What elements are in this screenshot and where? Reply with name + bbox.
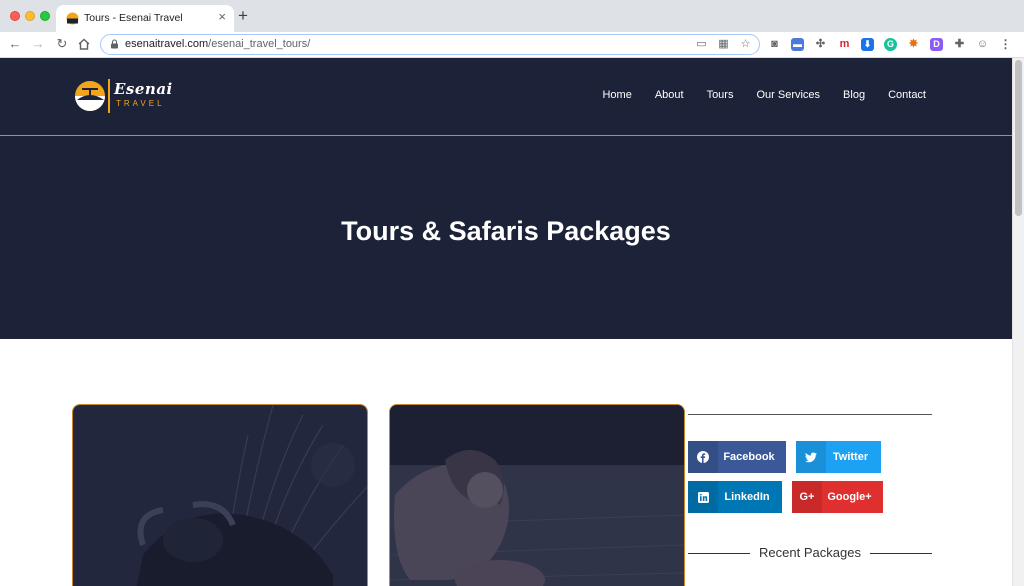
extensions-puzzle-icon[interactable]: ✚ bbox=[953, 38, 966, 51]
new-tab-icon[interactable]: + bbox=[238, 7, 248, 25]
recent-packages-heading: Recent Packages bbox=[688, 543, 932, 563]
logo-text: Esenai bbox=[114, 80, 173, 98]
lock-icon bbox=[111, 39, 118, 49]
recent-heading-rule-right bbox=[870, 553, 932, 554]
grammarly-extension-icon[interactable]: G bbox=[884, 38, 897, 51]
tab-title: Tours - Esenai Travel bbox=[84, 12, 183, 24]
main-navigation: Home About Tours Our Services Blog Conta… bbox=[579, 89, 926, 101]
tab-strip: Tours - Esenai Travel × + bbox=[0, 0, 1024, 32]
browser-tab[interactable]: Tours - Esenai Travel × bbox=[56, 5, 234, 32]
puzzle-grid-extension-icon[interactable]: ✣ bbox=[814, 38, 827, 51]
maximize-window-button[interactable] bbox=[40, 11, 50, 21]
lions-photo bbox=[390, 405, 684, 586]
share-facebook-button[interactable]: Facebook bbox=[688, 441, 786, 473]
facebook-label: Facebook bbox=[723, 451, 775, 463]
nav-tours[interactable]: Tours bbox=[707, 89, 734, 101]
page-viewport: Esenai TRAVEL Home About Tours Our Servi… bbox=[0, 58, 1012, 586]
nav-contact[interactable]: Contact bbox=[888, 89, 926, 101]
twitter-icon bbox=[796, 441, 826, 473]
linkedin-label: LinkedIn bbox=[724, 491, 770, 503]
buffalo-photo bbox=[73, 405, 367, 586]
reload-icon[interactable]: ↻ bbox=[53, 35, 71, 53]
facebook-icon bbox=[688, 441, 718, 473]
m-extension-icon[interactable]: m bbox=[838, 38, 851, 51]
page-title: Tours & Safaris Packages bbox=[341, 216, 671, 246]
page-scrollbar[interactable] bbox=[1012, 58, 1024, 586]
flame-extension-icon[interactable]: ✸ bbox=[907, 38, 920, 51]
tour-card-buffalo[interactable] bbox=[72, 404, 368, 586]
qr-code-icon[interactable]: ▦ bbox=[717, 38, 730, 51]
browser-chrome: Tours - Esenai Travel × + ← → ↻ esenaitr… bbox=[0, 0, 1024, 58]
home-icon[interactable] bbox=[77, 37, 91, 51]
bookmark-star-icon[interactable]: ☆ bbox=[739, 38, 752, 51]
sunset-logo-icon bbox=[75, 79, 110, 113]
tour-card-lions[interactable] bbox=[389, 404, 685, 586]
tab-close-icon[interactable]: × bbox=[218, 10, 226, 24]
logo-subtext: TRAVEL bbox=[116, 99, 165, 108]
linkedin-icon bbox=[688, 481, 718, 513]
twitter-label: Twitter bbox=[832, 451, 869, 463]
screenshot-extension-icon[interactable]: ◙ bbox=[768, 38, 781, 51]
download-extension-icon[interactable]: ⬇ bbox=[861, 38, 874, 51]
nav-our-services[interactable]: Our Services bbox=[756, 89, 820, 101]
minimize-window-button[interactable] bbox=[25, 11, 35, 21]
cast-icon[interactable]: ▭ bbox=[695, 38, 708, 51]
share-google-plus-button[interactable]: G+ Google+ bbox=[792, 481, 883, 513]
google-plus-icon: G+ bbox=[792, 481, 822, 513]
browser-menu-icon[interactable]: ⋮ bbox=[999, 38, 1012, 51]
site-header: Esenai TRAVEL Home About Tours Our Servi… bbox=[0, 58, 1012, 136]
site-favicon-icon bbox=[66, 12, 79, 25]
url-text: esenaitravel.com/esenai_travel_tours/ bbox=[125, 38, 310, 50]
share-twitter-button[interactable]: Twitter bbox=[796, 441, 881, 473]
nav-about[interactable]: About bbox=[655, 89, 684, 101]
url-path: /esenai_travel_tours/ bbox=[208, 38, 311, 50]
url-host: esenaitravel.com bbox=[125, 38, 209, 50]
browser-toolbar: ← → ↻ esenaitravel.com/esenai_travel_tou… bbox=[0, 32, 1024, 58]
d-extension-icon[interactable]: D bbox=[930, 38, 943, 51]
share-linkedin-button[interactable]: LinkedIn bbox=[688, 481, 782, 513]
scrollbar-thumb[interactable] bbox=[1015, 60, 1022, 216]
toggle-extension-icon[interactable]: ▬ bbox=[791, 38, 804, 51]
sidebar-divider bbox=[688, 414, 932, 415]
google-plus-label: Google+ bbox=[827, 491, 872, 503]
nav-blog[interactable]: Blog bbox=[843, 89, 865, 101]
site-logo[interactable]: Esenai TRAVEL bbox=[72, 78, 172, 114]
forward-arrow-icon[interactable]: → bbox=[29, 35, 47, 53]
address-bar[interactable]: esenaitravel.com/esenai_travel_tours/ ▭ … bbox=[100, 34, 760, 55]
close-window-button[interactable] bbox=[10, 11, 20, 21]
nav-home[interactable]: Home bbox=[602, 89, 631, 101]
profile-icon[interactable]: ☺ bbox=[976, 38, 989, 51]
back-arrow-icon[interactable]: ← bbox=[6, 35, 24, 53]
hero-banner: Tours & Safaris Packages bbox=[0, 136, 1012, 339]
